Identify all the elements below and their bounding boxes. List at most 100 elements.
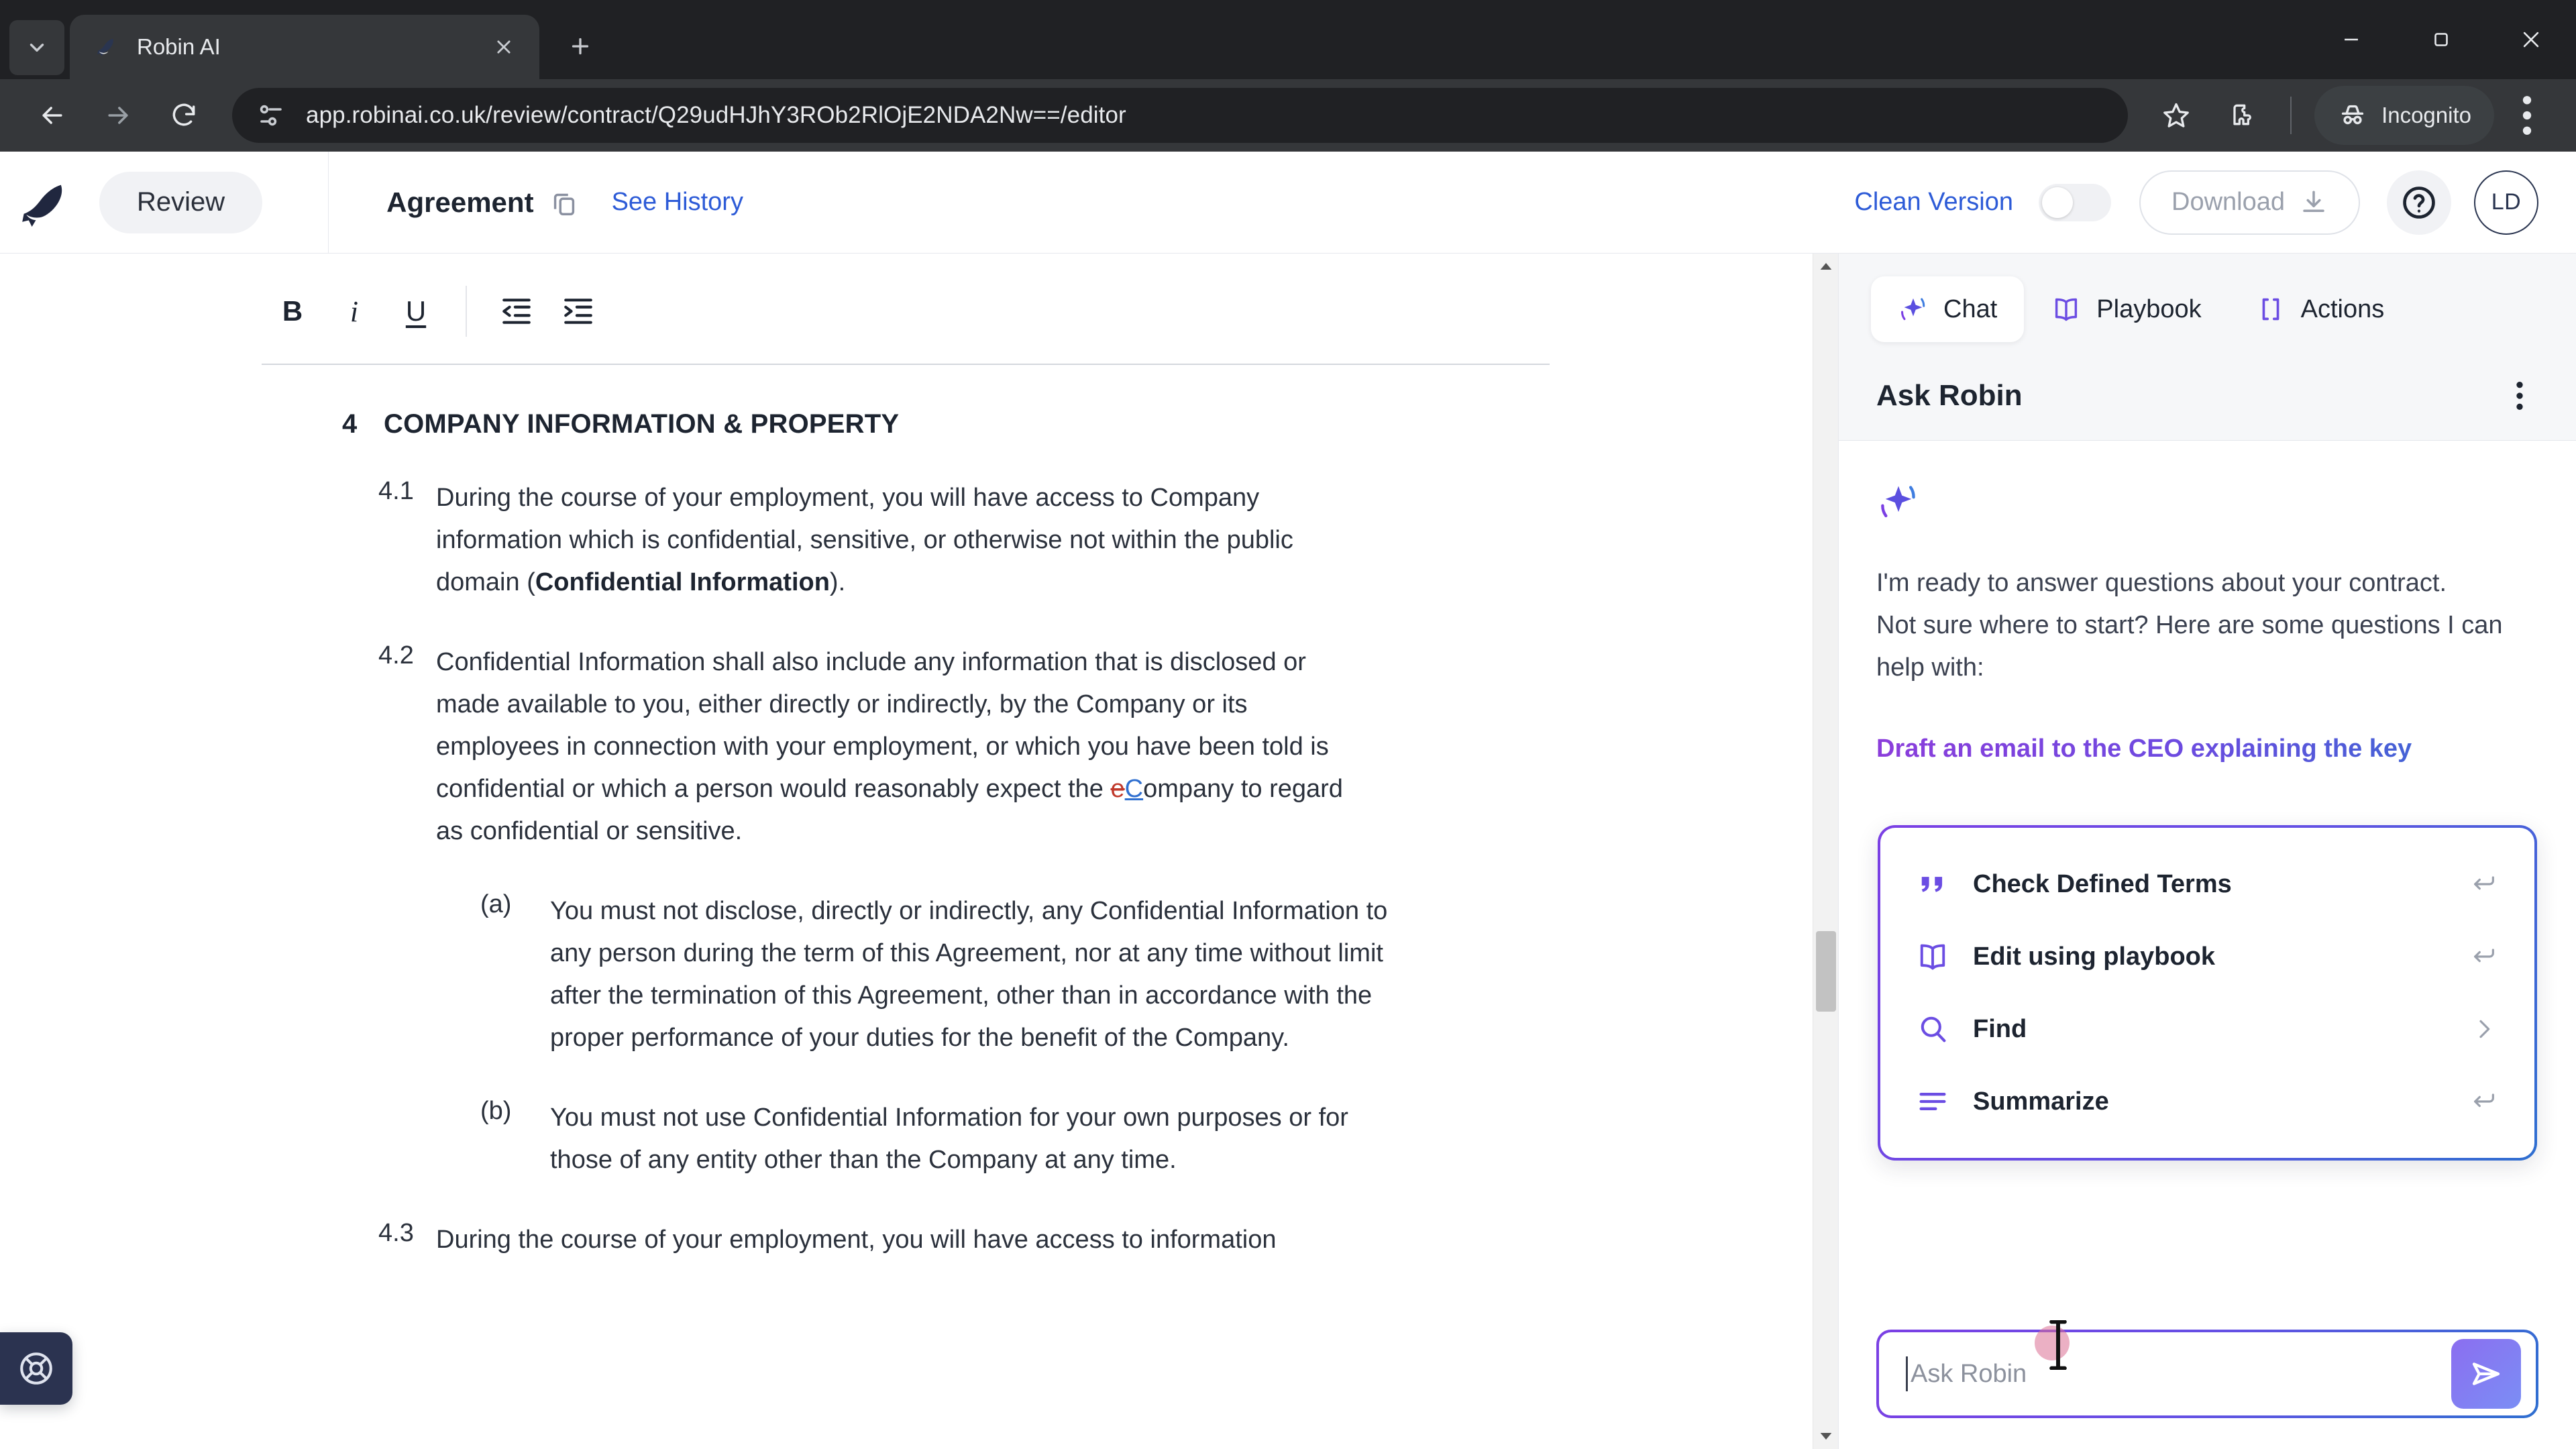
chat-input-box[interactable]: Ask Robin [1876, 1330, 2538, 1418]
book-icon [1915, 939, 1950, 974]
chat-input-area: Ask Robin [1839, 1320, 2576, 1449]
scrollbar-track[interactable] [1813, 279, 1839, 1424]
document-editor[interactable]: B i U 4 COMPANY INFORMATION & PROPERTY 4… [0, 254, 1813, 1449]
new-tab-button[interactable] [554, 20, 606, 72]
robin-bird-logo[interactable] [0, 178, 99, 227]
clause-heading: 4 COMPANY INFORMATION & PROPERTY [0, 409, 1813, 439]
command-edit-using-playbook[interactable]: Edit using playbook [1880, 920, 2534, 993]
defined-term: Confidential Information [535, 568, 830, 596]
browser-tab-robin-ai[interactable]: Robin AI [70, 15, 539, 79]
three-dots-vertical-icon [2516, 382, 2523, 410]
copy-icon[interactable] [549, 187, 580, 218]
download-icon [2303, 191, 2324, 212]
tab-actions[interactable]: Actions [2229, 276, 2412, 342]
outdent-button[interactable] [486, 280, 547, 342]
review-button[interactable]: Review [99, 171, 263, 233]
window-minimize-button[interactable] [2306, 0, 2396, 79]
toolbar-rule [262, 364, 1550, 365]
toggle-knob [2042, 186, 2073, 218]
tab-close-button[interactable] [487, 30, 521, 64]
tracked-insertion: C [1124, 775, 1144, 803]
tab-playbook-label: Playbook [2096, 294, 2202, 323]
tab-title: Robin AI [137, 34, 221, 59]
window-controls [2306, 0, 2576, 79]
document-body[interactable]: 4 COMPANY INFORMATION & PROPERTY 4.1 Dur… [0, 409, 1813, 1261]
support-widget-button[interactable] [0, 1332, 72, 1405]
assistant-message-line-1: I'm ready to answer questions about your… [1876, 569, 2447, 597]
paragraph-text-after: ). [829, 568, 846, 596]
text-caret [1906, 1356, 1908, 1391]
browser-toolbar: app.robinai.co.uk/review/contract/Q29udH… [0, 79, 2576, 152]
chevron-up-icon [1820, 263, 1831, 270]
command-label: Check Defined Terms [1973, 869, 2232, 898]
underline-button[interactable]: U [385, 280, 447, 342]
assistant-message-line-2: Not sure where to start? Here are some q… [1876, 611, 2503, 682]
document-scrollbar[interactable] [1813, 254, 1838, 1449]
command-label: Summarize [1973, 1087, 2109, 1116]
robin-bird-icon [93, 32, 122, 62]
toolbar-separator [466, 286, 467, 337]
avatar[interactable]: LD [2474, 170, 2538, 235]
reload-icon [172, 103, 195, 126]
tab-search-button[interactable] [9, 20, 64, 75]
minimize-icon [2345, 38, 2358, 41]
incognito-profile-chip[interactable]: Incognito [2314, 86, 2494, 145]
brackets-icon [2262, 298, 2279, 321]
scroll-down-arrow[interactable] [1813, 1424, 1839, 1449]
chat-title: Ask Robin [1876, 379, 2023, 412]
paragraph-4-1[interactable]: 4.1 During the course of your employment… [0, 477, 1813, 604]
search-icon [1915, 1012, 1950, 1046]
command-label: Find [1973, 1014, 2027, 1043]
subparagraph-b[interactable]: (b) You must not use Confidential Inform… [0, 1097, 1813, 1181]
chat-menu-button[interactable] [2501, 374, 2538, 417]
paragraph-text: Confidential Information shall also incl… [436, 641, 1362, 853]
back-arrow-icon [42, 107, 62, 124]
tab-chat[interactable]: Chat [1871, 276, 2025, 342]
command-label: Edit using playbook [1973, 942, 2216, 971]
maximize-icon [2434, 33, 2448, 46]
scroll-up-arrow[interactable] [1813, 254, 1839, 279]
site-settings-icon[interactable] [255, 99, 287, 131]
window-maximize-button[interactable] [2396, 0, 2486, 79]
header-divider [328, 152, 329, 254]
italic-button[interactable]: i [323, 280, 385, 342]
app-header: Review Agreement See History Clean Versi… [0, 152, 2576, 254]
panel-tabs: Chat Playbook Actions [1839, 254, 2576, 356]
subparagraph-number: (a) [480, 890, 512, 918]
command-summarize[interactable]: Summarize [1880, 1065, 2534, 1138]
bold-label: B [282, 295, 303, 327]
extensions-button[interactable] [2212, 86, 2271, 145]
clean-version-toggle[interactable] [2039, 183, 2111, 221]
clause-title: COMPANY INFORMATION & PROPERTY [384, 409, 900, 439]
close-icon [497, 40, 511, 54]
paragraph-4-2[interactable]: 4.2 Confidential Information shall also … [0, 641, 1813, 853]
send-button[interactable] [2451, 1339, 2521, 1409]
scrollbar-thumb[interactable] [1815, 931, 1836, 1012]
plus-icon [572, 38, 589, 55]
tab-playbook[interactable]: Playbook [2024, 276, 2228, 342]
download-button[interactable]: Download [2139, 170, 2360, 235]
command-check-defined-terms[interactable]: Check Defined Terms [1880, 848, 2534, 920]
address-bar[interactable]: app.robinai.co.uk/review/contract/Q29udH… [232, 88, 2129, 143]
paragraph-number: 4.2 [378, 641, 414, 669]
main-split: B i U 4 COMPANY INFORMATION & PROPERTY 4… [0, 254, 2576, 1449]
paragraph-4-3[interactable]: 4.3 During the course of your employment… [0, 1219, 1813, 1261]
paragraph-text: During the course of your employment, yo… [436, 477, 1362, 604]
bookmark-button[interactable] [2147, 86, 2206, 145]
send-paper-plane-icon [2472, 1362, 2500, 1385]
paragraph-text: During the course of your employment, yo… [436, 1226, 1277, 1254]
sparkle-icon [1881, 486, 1915, 518]
see-history-link[interactable]: See History [612, 188, 743, 217]
forward-arrow-icon [108, 107, 128, 124]
help-button[interactable] [2387, 170, 2451, 235]
browser-menu-button[interactable] [2501, 86, 2553, 145]
bold-button[interactable]: B [262, 280, 323, 342]
indent-button[interactable] [547, 280, 609, 342]
command-find[interactable]: Find [1880, 993, 2534, 1065]
suggested-prompt[interactable]: Draft an email to the CEO explaining the… [1876, 728, 2538, 769]
reload-button[interactable] [154, 86, 213, 145]
forward-button[interactable] [89, 86, 148, 145]
window-close-button[interactable] [2486, 0, 2576, 79]
subparagraph-a[interactable]: (a) You must not disclose, directly or i… [0, 890, 1813, 1059]
back-button[interactable] [23, 86, 82, 145]
